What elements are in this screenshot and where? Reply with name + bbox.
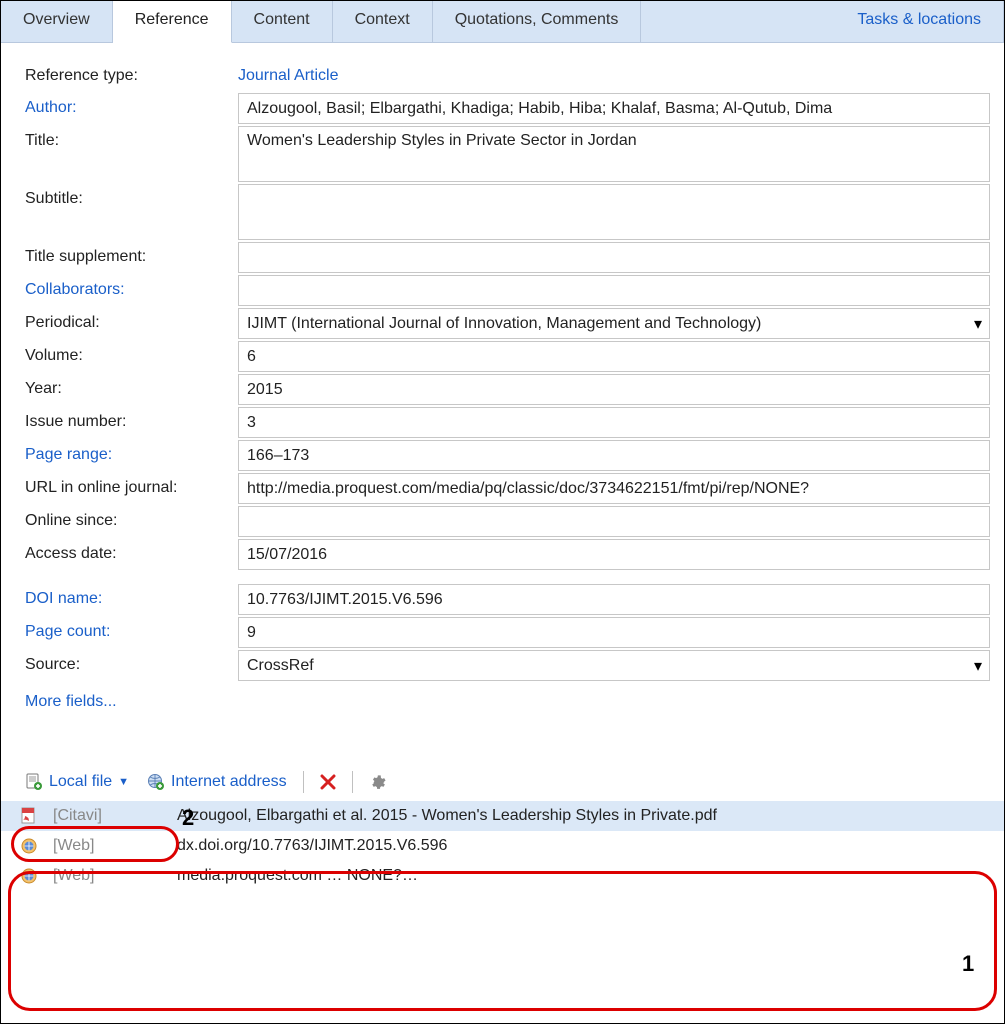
- gear-icon: [369, 774, 386, 791]
- tab-context[interactable]: Context: [333, 1, 433, 42]
- delete-button[interactable]: [314, 772, 342, 792]
- volume-field[interactable]: [238, 341, 990, 372]
- periodical-select[interactable]: [238, 308, 990, 339]
- url-field[interactable]: [238, 473, 990, 504]
- collaborators-field[interactable]: [238, 275, 990, 306]
- separator: [303, 771, 304, 793]
- reference-form: Reference type: Journal Article Author: …: [1, 43, 1004, 717]
- tab-overview[interactable]: Overview: [1, 1, 113, 42]
- attachments-toolbar: Local file ▼ Internet address: [1, 765, 1004, 801]
- chevron-down-icon: ▼: [118, 776, 129, 788]
- label-reference-type: Reference type:: [25, 61, 238, 85]
- attachment-row[interactable]: [Web] media.proquest.com … NONE?…: [1, 861, 1004, 891]
- label-title-supplement: Title supplement:: [25, 242, 238, 266]
- author-field[interactable]: [238, 93, 990, 124]
- label-page-range[interactable]: Page range:: [25, 440, 238, 464]
- tab-reference[interactable]: Reference: [113, 1, 232, 43]
- tab-quotations[interactable]: Quotations, Comments: [433, 1, 642, 42]
- callout-1-label: 1: [962, 951, 974, 977]
- attachment-name: Alzougool, Elbargathi et al. 2015 - Wome…: [177, 807, 717, 825]
- attachments-list: [Citavi] Alzougool, Elbargathi et al. 20…: [1, 801, 1004, 901]
- web-icon: [19, 867, 39, 885]
- label-issue: Issue number:: [25, 407, 238, 431]
- separator: [352, 771, 353, 793]
- label-title: Title:: [25, 126, 238, 150]
- tab-bar: Overview Reference Content Context Quota…: [1, 1, 1004, 43]
- label-year: Year:: [25, 374, 238, 398]
- settings-button[interactable]: [363, 772, 392, 793]
- attachment-source: [Citavi]: [53, 807, 163, 825]
- globe-add-icon: [147, 773, 165, 791]
- page-range-field[interactable]: [238, 440, 990, 471]
- year-field[interactable]: [238, 374, 990, 405]
- reference-type-link[interactable]: Journal Article: [238, 61, 343, 91]
- label-collaborators[interactable]: Collaborators:: [25, 275, 238, 299]
- attachment-name: media.proquest.com … NONE?…: [177, 867, 418, 885]
- attachment-row[interactable]: [Web] dx.doi.org/10.7763/IJIMT.2015.V6.5…: [1, 831, 1004, 861]
- delete-x-icon: [320, 774, 336, 790]
- label-source: Source:: [25, 650, 238, 674]
- label-periodical: Periodical:: [25, 308, 238, 332]
- label-access-date: Access date:: [25, 539, 238, 563]
- tab-tasks-locations[interactable]: Tasks & locations: [835, 1, 1004, 42]
- online-since-field[interactable]: [238, 506, 990, 537]
- access-date-field[interactable]: [238, 539, 990, 570]
- attachment-source: [Web]: [53, 867, 163, 885]
- label-volume: Volume:: [25, 341, 238, 365]
- file-add-icon: [25, 773, 43, 791]
- label-page-count[interactable]: Page count:: [25, 617, 238, 641]
- page-count-field[interactable]: [238, 617, 990, 648]
- internet-address-label: Internet address: [171, 773, 287, 791]
- local-file-button[interactable]: Local file ▼: [19, 771, 135, 793]
- issue-field[interactable]: [238, 407, 990, 438]
- attachment-source: [Web]: [53, 837, 163, 855]
- subtitle-field[interactable]: [238, 184, 990, 240]
- pdf-icon: [19, 807, 39, 825]
- tab-content[interactable]: Content: [232, 1, 333, 42]
- label-subtitle: Subtitle:: [25, 184, 238, 208]
- label-online-since: Online since:: [25, 506, 238, 530]
- web-icon: [19, 837, 39, 855]
- more-fields-link[interactable]: More fields...: [25, 683, 990, 711]
- doi-field[interactable]: [238, 584, 990, 615]
- label-url: URL in online journal:: [25, 473, 238, 497]
- label-author[interactable]: Author:: [25, 93, 238, 117]
- attachment-name: dx.doi.org/10.7763/IJIMT.2015.V6.596: [177, 837, 447, 855]
- local-file-label: Local file: [49, 773, 112, 791]
- title-field[interactable]: Women's Leadership Styles in Private Sec…: [238, 126, 990, 182]
- attachment-row[interactable]: [Citavi] Alzougool, Elbargathi et al. 20…: [1, 801, 1004, 831]
- source-select[interactable]: [238, 650, 990, 681]
- internet-address-button[interactable]: Internet address: [141, 771, 293, 793]
- label-doi[interactable]: DOI name:: [25, 584, 238, 608]
- title-supplement-field[interactable]: [238, 242, 990, 273]
